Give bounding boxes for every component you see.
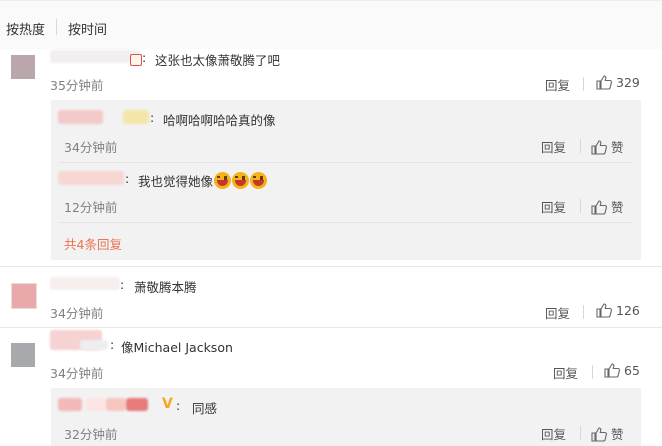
- reply-button[interactable]: 回复: [545, 75, 570, 94]
- comment-time: 34分钟前: [50, 366, 104, 381]
- sort-by-time[interactable]: 按时间: [68, 19, 107, 38]
- laughing-emoji-icon: [232, 172, 250, 189]
- comment-time: 34分钟前: [50, 306, 104, 321]
- sort-bar: 按热度 按时间: [0, 0, 662, 49]
- username-redacted[interactable]: [50, 277, 120, 290]
- like-count: 65: [624, 363, 640, 378]
- username-redacted[interactable]: [50, 50, 140, 63]
- like-button[interactable]: 赞: [591, 137, 624, 156]
- thumbs-up-icon: [591, 140, 607, 155]
- comment-text: 像Michael Jackson: [121, 340, 233, 355]
- avatar[interactable]: [6, 50, 40, 84]
- reply-button[interactable]: 回复: [541, 424, 566, 443]
- like-button[interactable]: 126: [596, 303, 640, 318]
- thumbs-up-icon: [591, 200, 607, 215]
- reply-button[interactable]: 回复: [553, 363, 578, 382]
- thumbs-up-icon: [604, 363, 620, 378]
- reply-time: 34分钟前: [64, 140, 118, 155]
- sort-divider: [56, 19, 57, 35]
- like-count: 126: [616, 303, 640, 318]
- avatar[interactable]: [6, 338, 40, 372]
- reply-username-redacted[interactable]: [58, 171, 124, 185]
- like-button[interactable]: 赞: [591, 424, 624, 443]
- reply-button[interactable]: 回复: [545, 303, 570, 322]
- comment-text: 这张也太像萧敬腾了吧: [155, 53, 281, 68]
- reply-username-redacted[interactable]: [58, 110, 103, 124]
- laughing-emoji-icon: [214, 172, 232, 189]
- thumbs-up-icon: [596, 303, 612, 318]
- thumbs-up-icon: [591, 427, 607, 442]
- sort-by-hot[interactable]: 按热度: [6, 19, 45, 38]
- reply-button[interactable]: 回复: [541, 137, 566, 156]
- reply-text: 同感: [192, 401, 218, 416]
- avatar[interactable]: [6, 278, 40, 312]
- comment-time: 35分钟前: [50, 78, 104, 93]
- view-all-replies-link[interactable]: 共4条回复: [64, 234, 122, 253]
- comment-text: 萧敬腾本腾: [134, 280, 197, 295]
- reply-username-redacted[interactable]: [58, 398, 82, 411]
- like-button[interactable]: 65: [604, 363, 640, 378]
- thumbs-up-icon: [596, 75, 612, 90]
- like-button[interactable]: 赞: [591, 197, 624, 216]
- laughing-emoji-icon: [250, 172, 268, 189]
- like-count: 329: [616, 75, 640, 90]
- verified-v-icon: V: [162, 396, 173, 412]
- like-button[interactable]: 329: [596, 75, 640, 90]
- reply-text: 哈啊哈啊哈哈真的像: [163, 113, 276, 128]
- reply-text: 我也觉得她像: [138, 171, 268, 190]
- reply-time: 32分钟前: [64, 427, 118, 442]
- reply-button[interactable]: 回复: [541, 197, 566, 216]
- reply-time: 12分钟前: [64, 200, 118, 215]
- badge-icon: [130, 54, 142, 66]
